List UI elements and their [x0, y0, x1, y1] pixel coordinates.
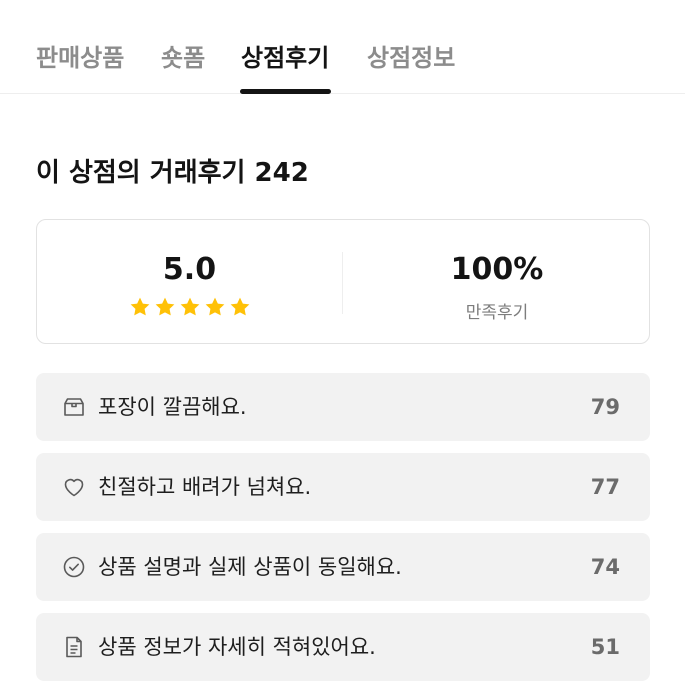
reason-label: 포장이 깔끔해요.	[98, 395, 247, 419]
check-circle-icon	[63, 556, 85, 578]
reason-count: 77	[590, 475, 620, 499]
review-summary-card: 5.0 100% 만족후기	[36, 219, 650, 344]
package-icon	[64, 398, 84, 416]
reason-count: 51	[590, 635, 620, 659]
rating-value: 5.0	[162, 252, 217, 287]
heart-icon	[64, 478, 84, 497]
reason-count: 79	[590, 395, 620, 419]
tab-shortform[interactable]: 숏폼	[161, 38, 205, 73]
reason-count: 74	[590, 555, 620, 579]
tab-reviews[interactable]: 상점후기	[241, 38, 329, 73]
document-icon	[66, 636, 82, 658]
review-reason-accurate-description[interactable]: 상품 설명과 실제 상품이 동일해요. 74	[36, 533, 650, 601]
reason-label: 상품 설명과 실제 상품이 동일해요.	[98, 555, 402, 579]
star-icon	[155, 297, 175, 316]
tab-bar: 판매상품 숏폼 상점후기 상점정보	[0, 0, 685, 94]
tab-shop-info[interactable]: 상점정보	[367, 38, 455, 73]
review-reason-kindness[interactable]: 친절하고 배려가 넘쳐요. 77	[36, 453, 650, 521]
review-reason-packaging[interactable]: 포장이 깔끔해요. 79	[36, 373, 650, 441]
tab-products[interactable]: 판매상품	[36, 38, 124, 73]
review-section-title: 이 상점의 거래후기 242	[36, 158, 309, 188]
reason-label: 상품 정보가 자세히 적혀있어요.	[98, 635, 376, 659]
star-rating	[129, 296, 251, 320]
reason-label: 친절하고 배려가 넘쳐요.	[98, 475, 312, 499]
satisfaction-value: 100%	[450, 252, 544, 287]
active-tab-indicator	[240, 89, 331, 94]
star-icon	[130, 297, 150, 316]
star-icon	[180, 297, 200, 316]
satisfaction-label: 만족후기	[465, 303, 529, 323]
star-icon	[230, 297, 250, 316]
review-reason-detailed-info[interactable]: 상품 정보가 자세히 적혀있어요. 51	[36, 613, 650, 681]
star-icon	[205, 297, 225, 316]
